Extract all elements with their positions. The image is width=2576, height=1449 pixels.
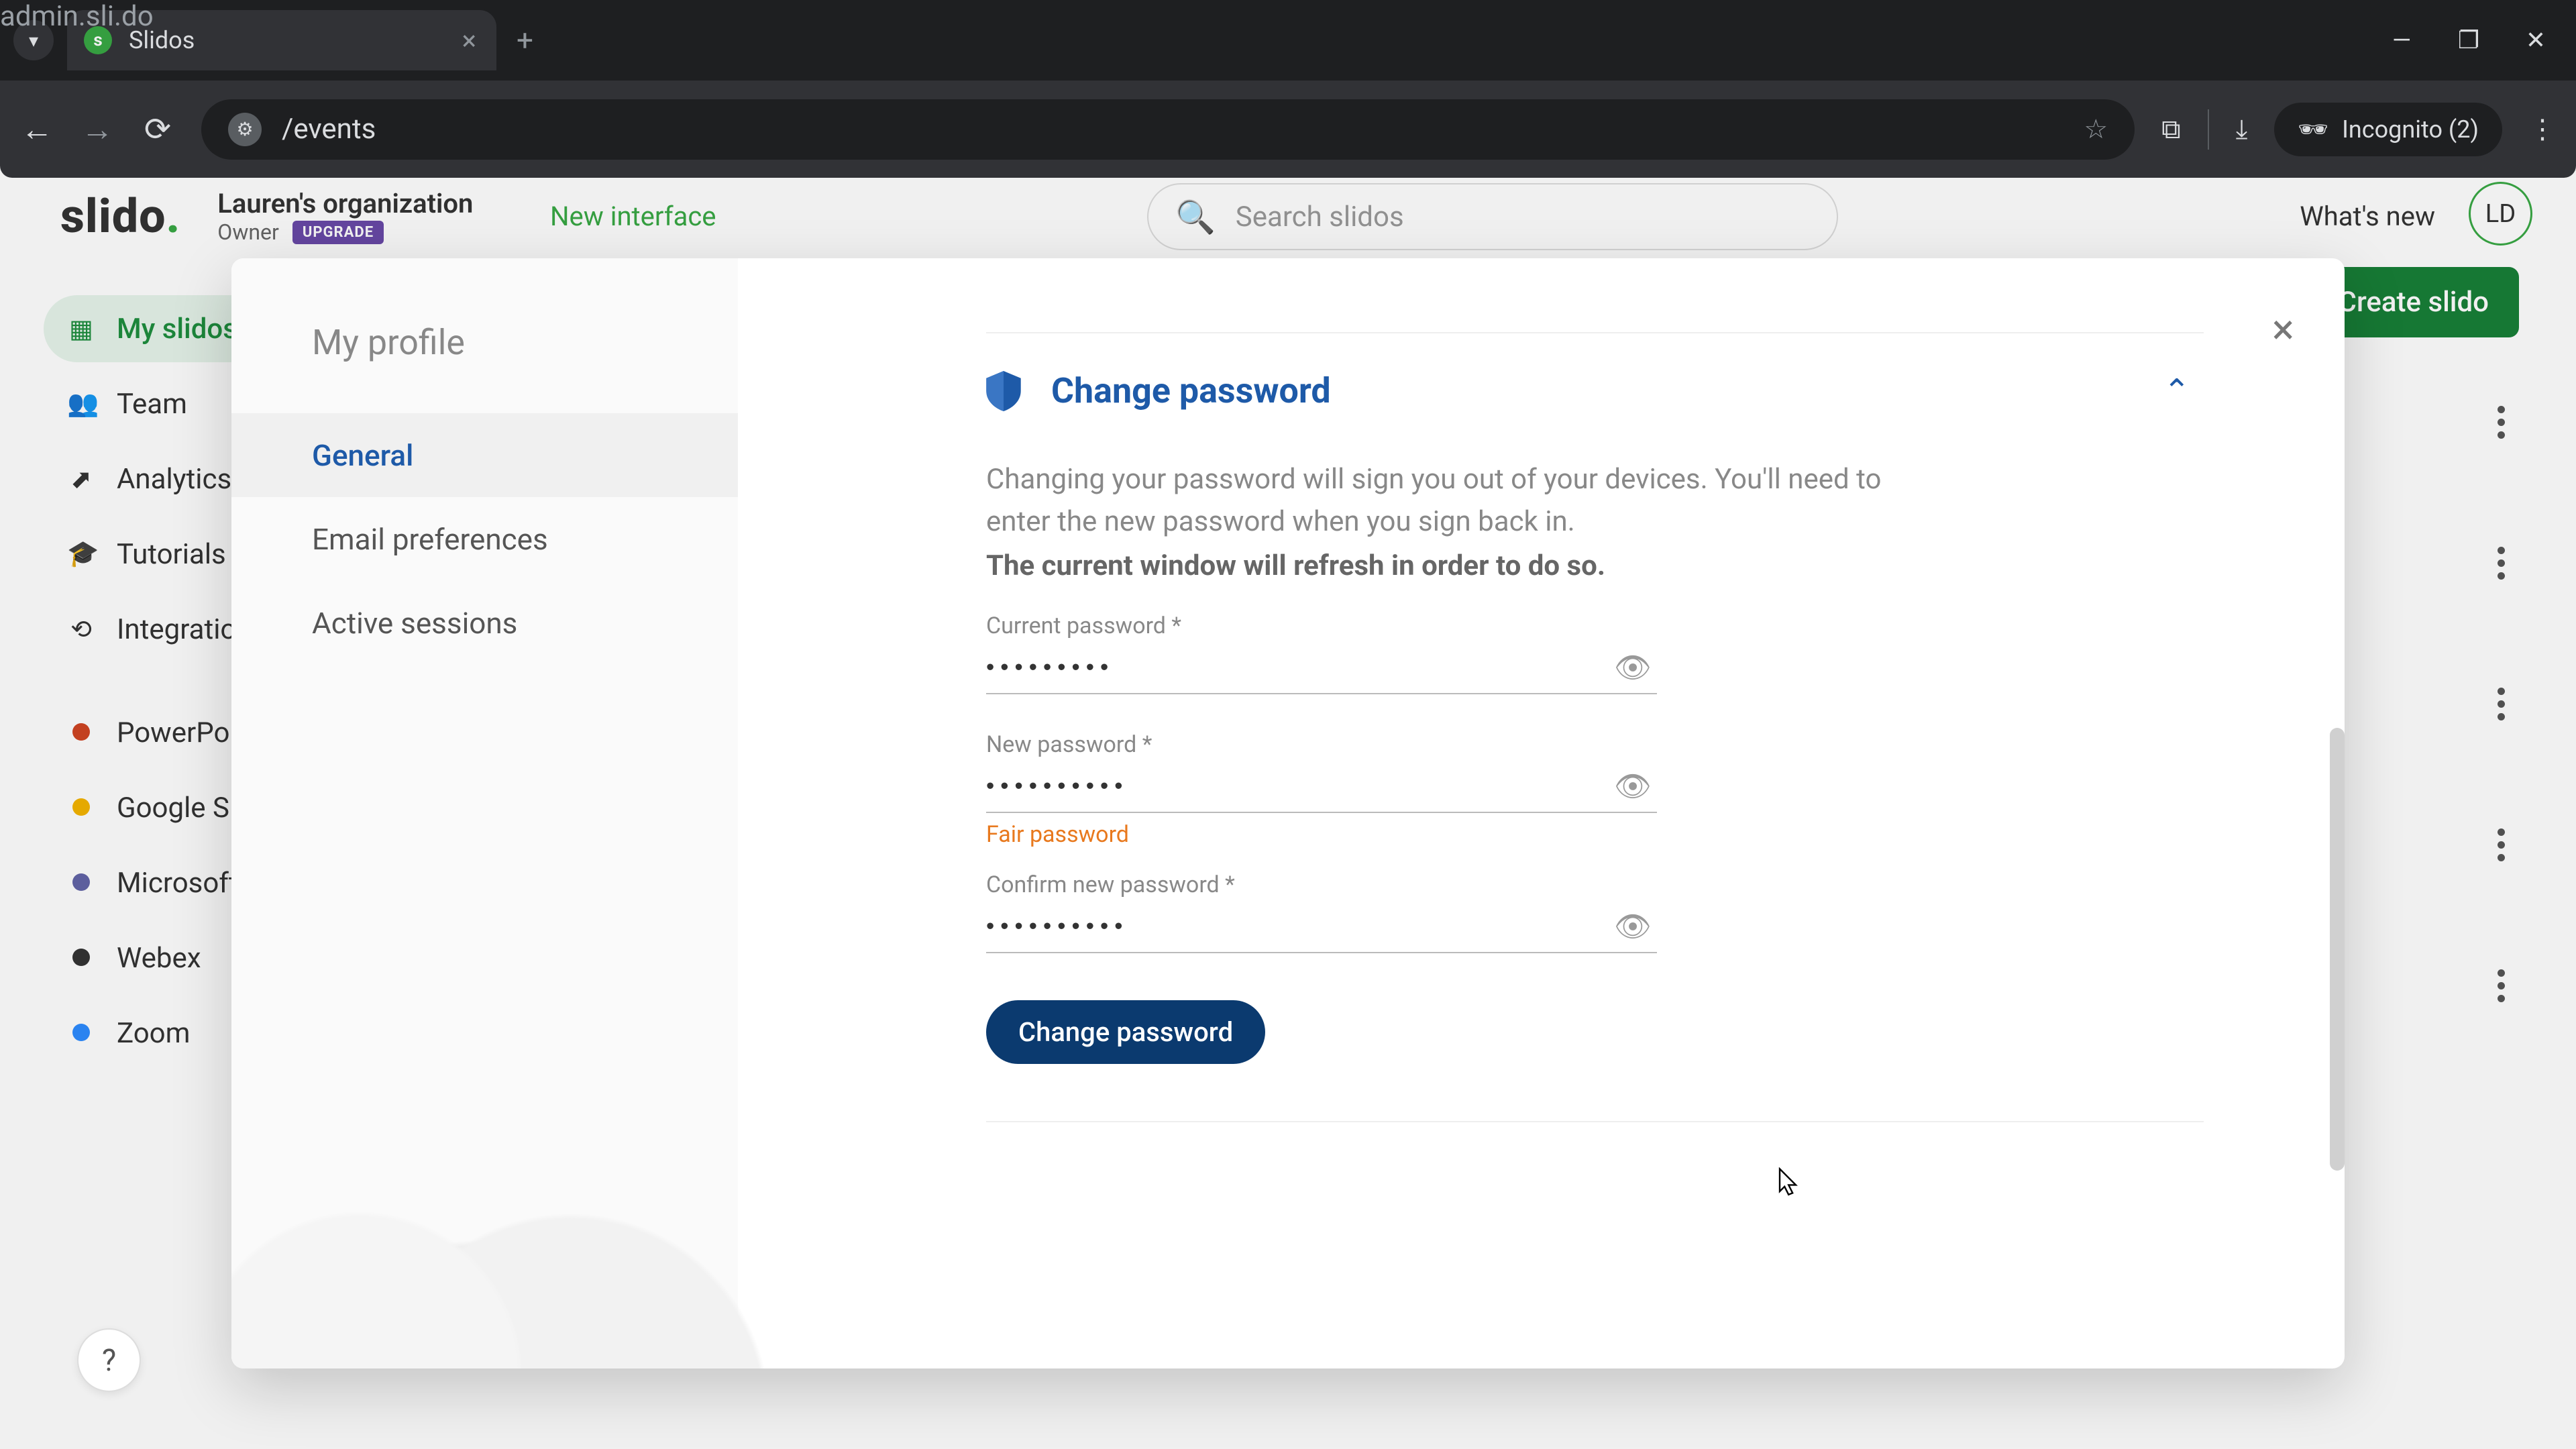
field-label: Current password * [986, 612, 1657, 639]
confirm-password-field: Confirm new password * •••••••••• 👁 [986, 871, 1657, 953]
input-value: •••••••••• [986, 773, 1610, 800]
field-label: New password * [986, 731, 1657, 758]
browser-chrome: ▾ s Slidos × + — ❐ ✕ ← → ⟳ ⚙ admin.sli.d… [0, 0, 2576, 178]
confirm-password-input[interactable]: •••••••••• 👁 [986, 908, 1657, 953]
new-password-field: New password * •••••••••• 👁 Fair passwor… [986, 731, 1657, 848]
profile-modal: My profile General Email preferences Act… [231, 258, 2345, 1368]
close-modal-button[interactable]: × [2272, 305, 2294, 354]
show-password-icon[interactable]: 👁 [1614, 909, 1652, 944]
modal-content: × Change password ⌃ Changing your passwo… [738, 258, 2345, 1368]
show-password-icon[interactable]: 👁 [1614, 650, 1652, 685]
section-title: Change password [1051, 370, 2133, 411]
shield-icon [986, 371, 1021, 411]
section-description: Changing your password will sign you out… [986, 458, 1925, 543]
current-password-field: Current password * ••••••••• 👁 [986, 612, 1657, 694]
show-password-icon[interactable]: 👁 [1614, 769, 1652, 804]
help-button[interactable]: ? [77, 1328, 141, 1392]
address-bar-row: ← → ⟳ ⚙ admin.sli.do/events ☆ ⧉ ⤓ 🕶 Inco… [0, 80, 2576, 178]
change-password-section: Change password ⌃ Changing your password… [986, 332, 2204, 1122]
modal-nav-general[interactable]: General [231, 413, 738, 497]
modal-nav-email-preferences[interactable]: Email preferences [231, 497, 738, 581]
input-value: •••••••••• [986, 913, 1610, 940]
current-password-input[interactable]: ••••••••• 👁 [986, 649, 1657, 694]
new-password-input[interactable]: •••••••••• 👁 [986, 767, 1657, 813]
modal-nav-active-sessions[interactable]: Active sessions [231, 581, 738, 665]
field-label: Confirm new password * [986, 871, 1657, 898]
section-header[interactable]: Change password ⌃ [986, 370, 2204, 411]
change-password-button[interactable]: Change password [986, 1000, 1265, 1064]
cursor-icon [1774, 1167, 1801, 1199]
scrollbar[interactable] [2330, 728, 2345, 1171]
modal-sidebar: My profile General Email preferences Act… [231, 258, 738, 1368]
modal-title: My profile [231, 322, 738, 413]
chevron-up-icon[interactable]: ⌃ [2163, 372, 2190, 410]
section-description-strong: The current window will refresh in order… [986, 549, 2204, 582]
input-value: ••••••••• [986, 654, 1610, 681]
password-strength-label: Fair password [986, 821, 1657, 848]
address-bar[interactable]: ⚙ admin.sli.do/events ☆ [201, 99, 2135, 160]
url-text: admin.sli.do/events [282, 113, 376, 146]
